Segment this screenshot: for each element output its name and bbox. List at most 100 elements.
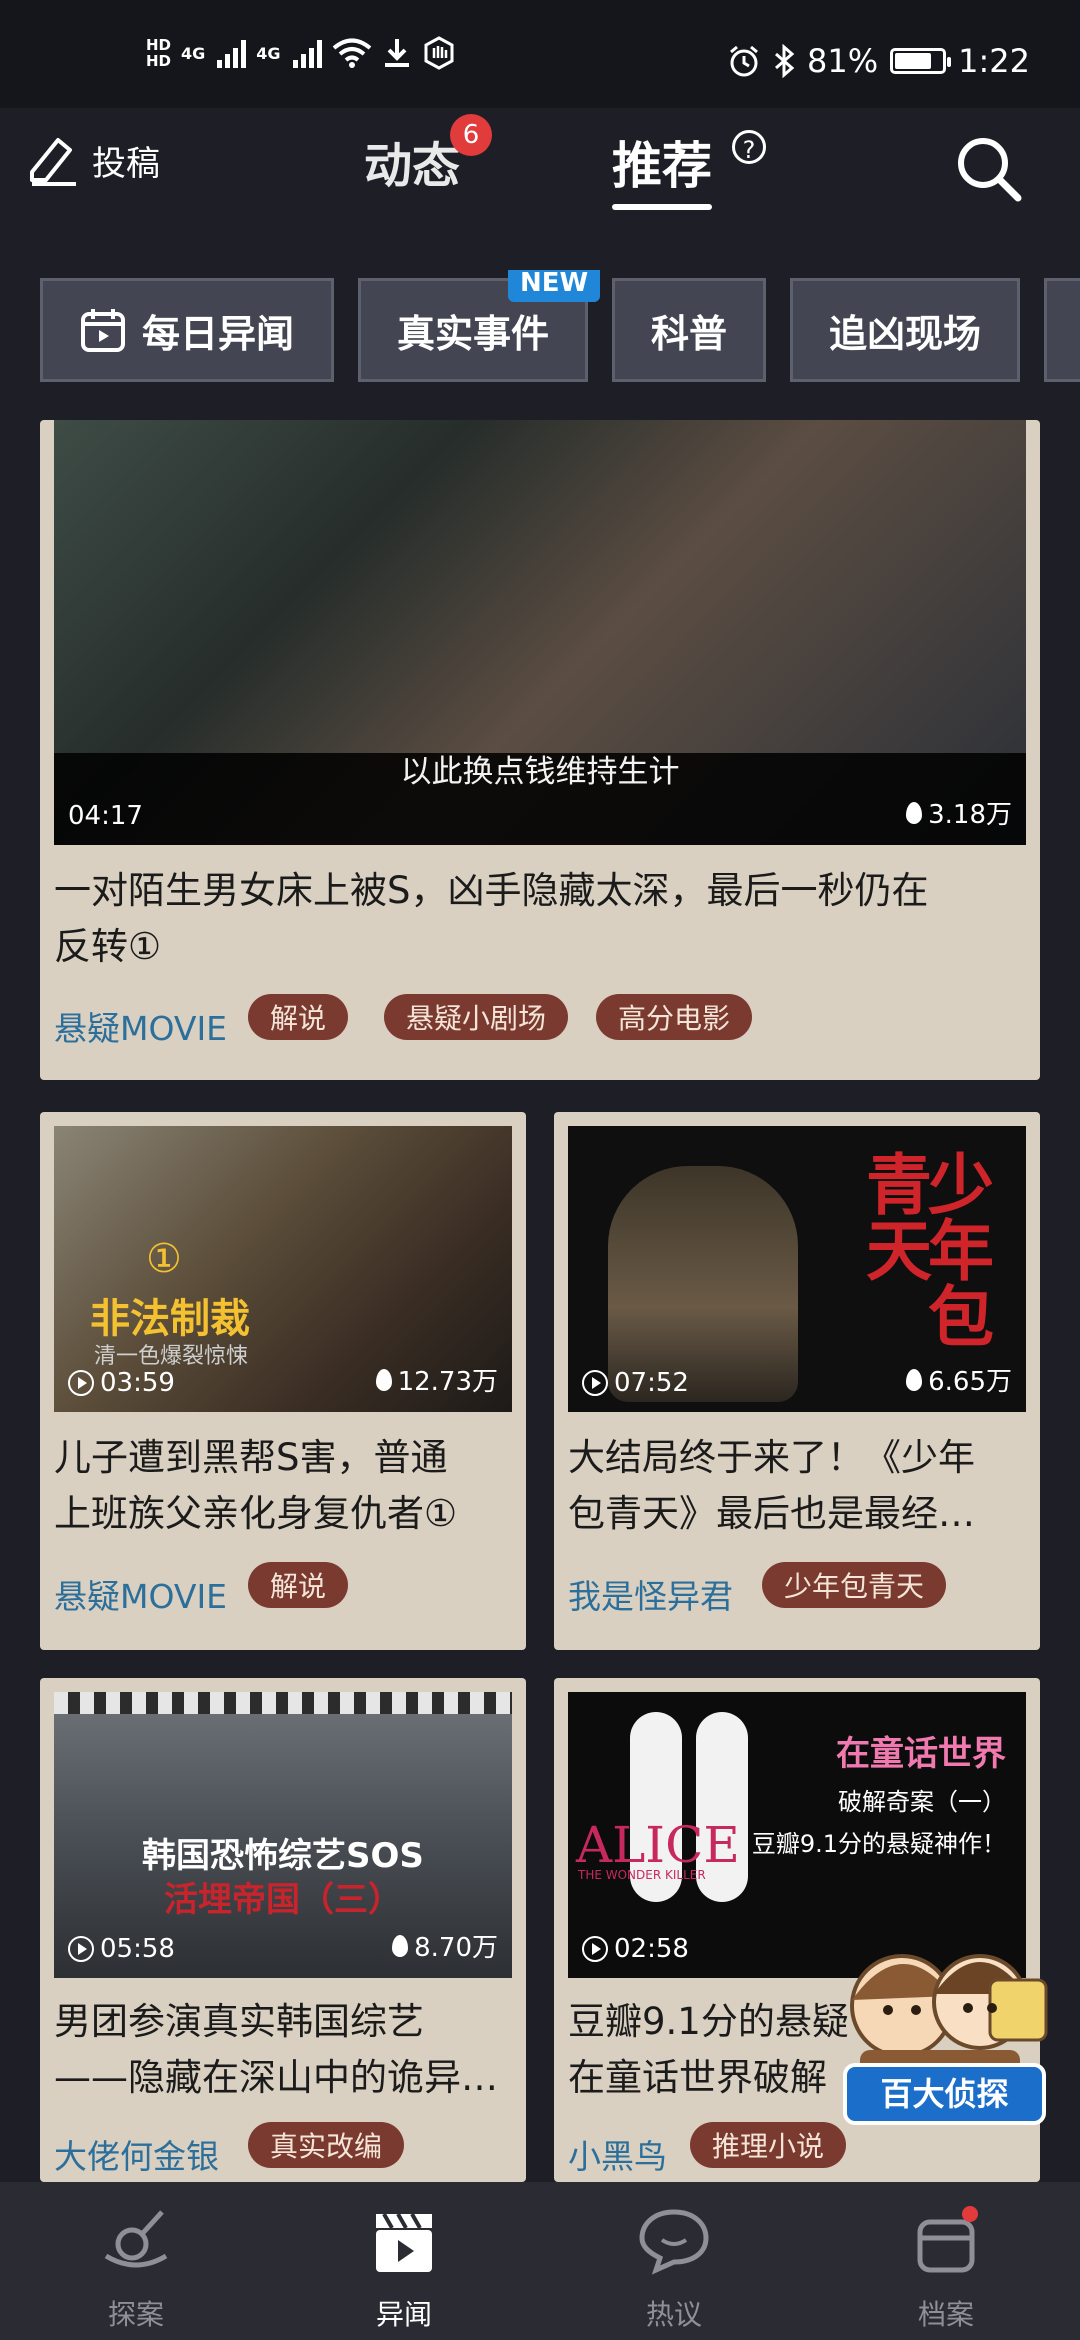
video-duration: 04:17 [68,801,143,831]
video-author[interactable]: 小黑鸟 [568,2130,667,2178]
category-crime-scene-label: 追凶现场 [828,311,981,356]
category-science[interactable]: 科普 [612,278,766,382]
video-title-line2: ——隐藏在深山中的诡异… [54,2056,498,2099]
play-icon [582,1370,608,1396]
nav-archive-label: 档案 [917,2298,974,2331]
video-title: 一对陌生男女床上被S，凶手隐藏太深，最后一秒仍在 反转① [54,863,1026,975]
signal1-icon [217,38,247,68]
thumbnail-title-line1: 韩国恐怖综艺SOS [142,1836,424,1876]
category-science-label: 科普 [650,311,727,356]
category-next[interactable] [1044,278,1080,382]
hd1-icon: HD [146,36,172,54]
video-author[interactable]: 悬疑MOVIE [54,1002,227,1050]
video-card[interactable]: 少年包青天 07:52 6.65万 大结局终于来了！《少年 包青天》最后也是最经… [554,1112,1040,1650]
video-tag[interactable]: 真实改编 [248,2122,405,2168]
video-card[interactable]: ① 非法制裁 清一色爆裂惊悚 03:59 12.73万 儿子遭到黑帮S害，普通 … [40,1112,526,1650]
video-thumbnail: 韩国恐怖综艺SOS 活埋帝国（三） 05:58 8.70万 [54,1692,512,1978]
nav-strange-news-label: 异闻 [375,2298,432,2331]
battery-icon [890,48,952,74]
mascot-label[interactable]: 百大侦探 [843,2063,1046,2125]
video-thumbnail: ① 非法制裁 清一色爆裂惊悚 03:59 12.73万 [54,1126,512,1412]
alarm-icon [730,45,758,77]
video-title-line1: 儿子遭到黑帮S害，普通 [54,1436,448,1479]
download-icon [384,39,409,67]
video-thumbnail: 以此换点钱维持生计 04:17 3.18万 [54,420,1026,845]
battery-percent: 81% [807,42,879,80]
video-title: 儿子遭到黑帮S害，普通 上班族父亲化身复仇者① [54,1430,514,1542]
battery-fill [895,53,931,69]
bluetooth-icon [775,44,795,78]
hd-indicators: HD HD [146,37,171,69]
duration-text: 04:17 [68,801,143,831]
video-card[interactable]: 韩国恐怖综艺SOS 活埋帝国（三） 05:58 8.70万 男团参演真实韩国综艺… [40,1678,526,2182]
nav-strange-news[interactable]: 异闻 [334,2200,474,2333]
active-tab-underline [612,204,712,210]
nav-discussion-label: 热议 [645,2298,702,2331]
nav-explore-label: 探案 [107,2298,164,2331]
video-tag[interactable]: 解说 [248,1562,349,1608]
thumbnail-figures [608,1166,798,1402]
video-tag[interactable]: 推理小说 [690,2122,847,2168]
search-icon[interactable] [952,132,1024,204]
video-author[interactable]: 大佬何金银 [54,2130,219,2178]
video-author[interactable]: 悬疑MOVIE [54,1570,227,1618]
video-duration: 07:52 [582,1368,689,1398]
duration-text: 07:52 [614,1368,689,1398]
flame-icon [906,801,923,824]
tab-recommend[interactable]: 推荐 [612,126,712,210]
video-subtitle: 以此换点钱维持生计 [400,754,680,790]
bottom-navigation: 探案 异闻 热议 档案 [0,2182,1080,2340]
video-tag[interactable]: 悬疑小剧场 [384,994,569,1040]
alice-logo: ALICE [576,1816,740,1874]
duration-text: 05:58 [100,1934,175,1964]
hand-icon [424,36,454,70]
nav-discussion[interactable]: 热议 [604,2200,744,2333]
new-badge: NEW [508,270,601,302]
video-title: 男团参演真实韩国综艺 ——隐藏在深山中的诡异… [54,1994,514,2106]
video-duration: 02:58 [582,1934,689,1964]
flame-icon [392,1934,409,1957]
video-duration: 03:59 [68,1368,175,1398]
dynamic-badge: 6 [450,114,492,156]
clock: 1:22 [958,42,1030,80]
thumbnail-title: 非法制裁 [90,1296,250,1342]
category-daily-label: 每日异闻 [141,311,294,356]
view-count: 6.65万 [906,1361,1012,1398]
category-crime-scene[interactable]: 追凶现场 [790,278,1020,382]
top-header: 投稿 动态 6 推荐 ? [0,108,1080,248]
view-count: 3.18万 [906,794,1012,831]
category-daily[interactable]: 每日异闻 [40,278,334,382]
video-thumbnail: 少年包青天 07:52 6.65万 [568,1126,1026,1412]
help-icon[interactable]: ? [732,130,766,164]
video-author[interactable]: 我是怪异君 [568,1570,733,1618]
tab-dynamic[interactable]: 动态 [364,126,460,196]
duration-text: 03:59 [100,1368,175,1398]
hd2-icon: HD [146,52,172,70]
video-tag[interactable]: 解说 [248,994,349,1040]
flame-icon [375,1368,392,1391]
video-tag[interactable]: 高分电影 [596,994,753,1040]
duration-text: 02:58 [614,1934,689,1964]
video-tag[interactable]: 少年包青天 [762,1562,947,1608]
video-title-line2: 包青天》最后也是最经… [568,1492,975,1535]
flame-icon [906,1368,923,1391]
category-true-events-label: 真实事件 [396,311,549,356]
play-icon [582,1936,608,1962]
video-title-line1: 一对陌生男女床上被S，凶手隐藏太深，最后一秒仍在 [54,869,929,912]
video-title-line2: 反转① [54,925,162,968]
post-icon [30,138,76,186]
nav-explore[interactable]: 探案 [66,2200,206,2333]
view-count-text: 3.18万 [928,800,1012,830]
video-title-line2: 上班族父亲化身复仇者① [54,1492,458,1535]
thumbnail-title-line2: 破解奇案（一） [838,1788,1006,1816]
status-right-icons: 81% 1:22 [727,42,1030,80]
status-left-icons: HD HD 4G 4G [146,36,456,70]
thumbnail-title-line3: 豆瓣9.1分的悬疑神作！ [751,1830,1006,1858]
video-card[interactable]: 以此换点钱维持生计 04:17 3.18万 一对陌生男女床上被S，凶手隐藏太深，… [40,420,1040,1080]
thumbnail-title-line1: 在童话世界 [836,1734,1006,1774]
video-title-line1: 男团参演真实韩国综艺 [54,2000,424,2043]
post-button[interactable]: 投稿 [26,132,160,188]
clapperboard-icon [376,2213,432,2272]
signal2-icon [292,38,322,68]
nav-archive[interactable]: 档案 [876,2200,1016,2333]
